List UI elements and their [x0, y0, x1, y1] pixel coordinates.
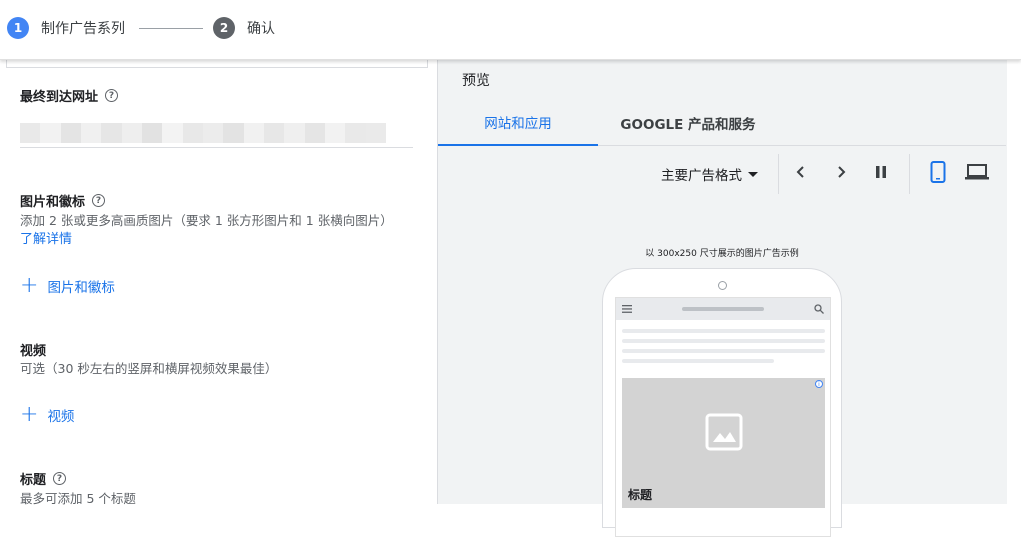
placeholder-line	[622, 349, 825, 353]
add-images-label: 图片和徽标	[47, 280, 115, 296]
dropdown-caret-icon	[748, 171, 758, 177]
step-number: 1	[7, 17, 29, 39]
preview-title: 预览	[462, 73, 490, 89]
step-create-campaign[interactable]: 1 制作广告系列	[7, 17, 125, 39]
learn-more-link[interactable]: 了解详情	[20, 228, 72, 247]
mock-title-bar	[682, 307, 764, 311]
add-images-button[interactable]: + 图片和徽标	[20, 275, 115, 297]
preview-caption: 以 300x250 尺寸展示的图片广告示例	[645, 249, 799, 259]
search-icon	[814, 304, 824, 314]
laptop-icon[interactable]	[965, 160, 989, 184]
help-circle-icon[interactable]: ?	[53, 472, 67, 485]
headline-description: 最多可添加 5 个标题	[20, 491, 136, 506]
page-scrollbar[interactable]	[1007, 60, 1021, 504]
ad-format-value: 主要广告格式	[661, 168, 742, 184]
video-label: 视频	[20, 344, 47, 359]
placeholder-line	[622, 359, 774, 363]
final-url-input[interactable]	[20, 123, 386, 143]
placeholder-line	[622, 339, 825, 343]
headline-label: 标题	[20, 473, 47, 488]
add-video-button[interactable]: + 视频	[20, 404, 74, 426]
toolbar-divider	[778, 154, 779, 194]
headline-heading: 标题 ?	[20, 469, 67, 488]
step-confirm[interactable]: 2 确认	[213, 17, 275, 39]
chevron-left-icon[interactable]	[789, 160, 813, 184]
preview-tabs: 网站和应用 GOOGLE 产品和服务	[438, 100, 1006, 146]
ad-form-panel: 最终到达网址 ? 图片和徽标 ? 添加 2 张或更多高画质图片（要求 1 张方形…	[0, 60, 437, 506]
final-url-label: 最终到达网址	[20, 90, 99, 105]
video-description: 可选（30 秒左右的竖屏和横屏视频效果最佳）	[20, 361, 278, 376]
step-number: 2	[213, 17, 235, 39]
step-connector	[139, 28, 203, 29]
video-heading: 视频	[20, 340, 46, 359]
sample-ad-title: 标题	[628, 488, 653, 502]
ad-format-dropdown[interactable]: 主要广告格式	[661, 164, 758, 184]
tab-sites-and-apps[interactable]: 网站和应用	[438, 100, 598, 146]
sample-ad: i	[622, 378, 825, 508]
add-video-label: 视频	[47, 409, 75, 425]
preview-panel: 预览 网站和应用 GOOGLE 产品和服务 主要广告格式 以 300x250 尺…	[437, 60, 1007, 537]
menu-icon	[622, 305, 632, 313]
step-label: 制作广告系列	[41, 21, 125, 37]
pause-icon[interactable]	[869, 160, 893, 184]
previous-field-bottom	[6, 60, 428, 68]
help-circle-icon[interactable]: ?	[92, 194, 106, 207]
images-heading: 图片和徽标 ?	[20, 191, 106, 210]
final-url-underline	[20, 147, 413, 148]
step-label: 确认	[247, 21, 275, 37]
images-label: 图片和徽标	[20, 195, 86, 210]
help-circle-icon[interactable]: ?	[105, 89, 119, 102]
plus-icon: +	[20, 273, 39, 298]
mock-page-header	[616, 298, 830, 320]
image-placeholder-icon	[705, 413, 743, 451]
phone-speaker	[718, 281, 727, 290]
images-description: 添加 2 张或更多高画质图片（要求 1 张方形图片和 1 张横向图片）	[20, 213, 393, 228]
final-url-heading: 最终到达网址 ?	[20, 86, 119, 105]
toolbar-divider	[909, 154, 910, 194]
stepper-bar: 1 制作广告系列 2 确认	[0, 0, 1021, 60]
ad-info-icon: i	[815, 380, 823, 388]
chevron-right-icon[interactable]	[829, 160, 853, 184]
phone-icon[interactable]	[926, 160, 950, 184]
tab-google-products[interactable]: GOOGLE 产品和服务	[598, 100, 778, 146]
plus-icon: +	[20, 402, 39, 427]
placeholder-line	[622, 329, 825, 333]
